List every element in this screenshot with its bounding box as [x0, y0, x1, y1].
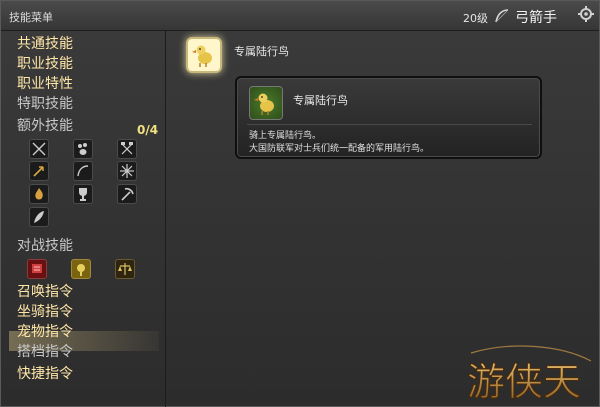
tooltip-icon-frame — [249, 86, 283, 120]
tooltip-divider — [247, 124, 532, 125]
skill-name: 专属陆行鸟 — [234, 45, 289, 58]
skill-slot[interactable] — [29, 207, 49, 227]
tooltip-skill-name: 专属陆行鸟 — [293, 94, 348, 107]
sidebar-item-pvp-skills[interactable]: 对战技能 — [17, 237, 73, 255]
skill-slot[interactable] — [29, 161, 49, 181]
feather-icon — [34, 211, 44, 223]
chocobo-icon — [192, 45, 212, 67]
banner-icon — [32, 264, 42, 273]
chocobo-mount-icon[interactable] — [186, 37, 222, 73]
arrow-icon — [33, 166, 44, 177]
job-name: 弓箭手 — [515, 10, 557, 26]
emblem-icon — [77, 264, 85, 276]
sidebar-item-special-job[interactable]: 特职技能 — [17, 95, 73, 113]
sidebar-item-pet[interactable]: 宠物指令 — [17, 323, 73, 341]
skill-slot[interactable] — [73, 184, 93, 204]
bow-icon — [495, 9, 509, 23]
tooltip-description: 骑上专属陆行鸟。 大国防联军对士兵们统一配备的军用陆行鸟。 — [249, 130, 429, 156]
flame-icon — [35, 188, 43, 200]
skill-slot[interactable] — [73, 161, 93, 181]
skill-slot[interactable] — [29, 139, 49, 159]
pvp-skill-slot[interactable] — [115, 259, 135, 279]
paw-icon — [78, 143, 87, 155]
sidebar-item-common[interactable]: 共通技能 — [17, 35, 73, 53]
skill-slot[interactable] — [73, 139, 93, 159]
skill-slot[interactable] — [117, 184, 137, 204]
sidebar-item-extra-skills[interactable]: 额外技能 — [17, 117, 73, 135]
chocobo-icon — [254, 93, 274, 115]
pvp-skill-slot[interactable] — [27, 259, 47, 279]
burst-icon — [120, 164, 134, 178]
sidebar-item-macro[interactable]: 快捷指令 — [17, 365, 73, 383]
site-logo-watermark: 游侠天 — [467, 345, 592, 405]
sidebar-item-mount[interactable]: 坐骑指令 — [17, 303, 73, 321]
window-title: 技能菜单 — [9, 11, 53, 24]
title-bar[interactable]: 技能菜单 20级 弓箭手 — [1, 1, 599, 31]
job-level: 20级 — [463, 12, 488, 25]
sidebar-item-companion[interactable]: 搭档指令 — [17, 343, 73, 361]
skill-slot[interactable] — [29, 184, 49, 204]
extra-skill-count: 0/4 — [137, 123, 159, 137]
watermark-text: 游侠天 — [467, 360, 581, 404]
tooltip-desc-line: 骑上专属陆行鸟。 — [249, 131, 322, 141]
tooltip-desc-line: 大国防联军对士兵们统一配备的军用陆行鸟。 — [249, 144, 430, 154]
sidebar-item-job-skills[interactable]: 职业技能 — [17, 55, 73, 73]
skill-category-sidebar: 共通技能 职业技能 职业特性 特职技能 额外技能 0/4 对战技能 召唤指令 坐… — [9, 31, 166, 407]
skill-slot[interactable] — [117, 161, 137, 181]
trophy-icon — [79, 188, 87, 201]
sidebar-item-summon[interactable]: 召唤指令 — [17, 283, 73, 301]
gear-icon[interactable] — [577, 5, 595, 23]
scales-icon — [118, 263, 132, 275]
crossed-axes-icon — [121, 142, 133, 155]
skill-slot[interactable] — [117, 139, 137, 159]
skill-tooltip: 专属陆行鸟 骑上专属陆行鸟。 大国防联军对士兵们统一配备的军用陆行鸟。 — [235, 76, 542, 159]
crossed-arrows-icon — [32, 142, 46, 156]
pvp-skill-slot[interactable] — [71, 259, 91, 279]
sidebar-item-job-traits[interactable]: 职业特性 — [17, 75, 73, 93]
skill-menu-window: 技能菜单 20级 弓箭手 共通技能 职业技能 职业特性 特职技能 额外技能 0/… — [0, 0, 600, 407]
bow-skill-icon — [77, 165, 89, 177]
pickaxe-icon — [121, 187, 134, 201]
